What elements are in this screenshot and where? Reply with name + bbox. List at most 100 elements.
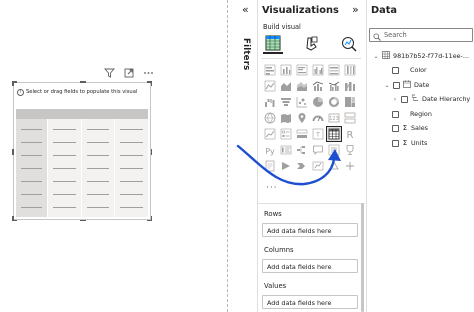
data-title: Data — [371, 5, 398, 16]
data-search-input[interactable] — [384, 31, 468, 39]
resize-handle-bottom-right[interactable] — [150, 216, 152, 221]
pie-chart-icon[interactable] — [311, 95, 325, 109]
funnel-chart-icon[interactable] — [279, 95, 293, 109]
slicer-icon[interactable] — [279, 127, 293, 141]
arcgis-map-icon[interactable] — [327, 159, 341, 173]
table-icon-small — [382, 51, 390, 61]
field-checkbox[interactable] — [392, 110, 399, 118]
visualizations-collapse-button[interactable]: » — [352, 4, 359, 15]
filter-icon[interactable] — [104, 68, 115, 78]
clustered-bar-icon[interactable] — [295, 63, 309, 77]
resize-handle-top-left[interactable] — [12, 81, 14, 86]
stacked-bar-icon[interactable] — [263, 63, 277, 77]
filters-label[interactable]: Filters — [241, 38, 251, 70]
tree-field-date-hierarchy[interactable]: › Date Hierarchy — [392, 93, 470, 105]
tree-field-date[interactable]: ⌄ Date — [384, 79, 429, 91]
field-checkbox[interactable] — [401, 95, 408, 103]
donut-chart-icon[interactable] — [327, 95, 341, 109]
key-influencers-icon[interactable] — [279, 143, 293, 157]
tree-field-color[interactable]: Color — [392, 64, 427, 76]
more-options-icon[interactable] — [143, 68, 154, 78]
field-wells: Rows Add data fields here Columns Add da… — [258, 203, 365, 312]
chevron-down-icon[interactable]: ⌄ — [384, 82, 390, 89]
field-checkbox[interactable] — [393, 81, 400, 89]
values-drop-zone[interactable]: Add data fields here — [262, 295, 358, 309]
field-checkbox[interactable] — [392, 139, 399, 147]
card-icon[interactable]: 123 — [327, 111, 341, 125]
power-apps-icon[interactable] — [279, 159, 293, 173]
filters-pane-collapsed[interactable]: « Filters — [236, 0, 256, 312]
field-checkbox[interactable] — [392, 66, 399, 74]
more-visuals-ellipsis[interactable]: ··· — [266, 183, 278, 193]
tree-field-units[interactable]: Σ Units — [392, 137, 427, 149]
clustered-column-icon[interactable] — [311, 63, 325, 77]
multi-row-card-icon[interactable] — [343, 111, 357, 125]
smart-narrative-icon[interactable] — [327, 143, 341, 157]
line-chart-icon[interactable] — [263, 79, 277, 93]
filters-expand-button[interactable]: « — [242, 4, 249, 15]
svg-text:T: T — [315, 132, 320, 139]
columns-drop-zone[interactable]: Add data fields here — [262, 259, 358, 273]
visualizations-scrollbar[interactable] — [361, 203, 364, 312]
svg-text:Py: Py — [265, 147, 275, 156]
filled-map-icon[interactable] — [279, 111, 293, 125]
line-and-clustered-column-icon[interactable] — [327, 79, 341, 93]
resize-handle-right[interactable] — [150, 149, 152, 155]
gauge-icon[interactable] — [311, 111, 325, 125]
area-chart-icon[interactable] — [279, 79, 293, 93]
stacked-column-icon[interactable] — [279, 63, 293, 77]
azure-map-icon[interactable] — [295, 111, 309, 125]
data-search-box[interactable] — [369, 28, 473, 42]
scatter-chart-icon[interactable] — [295, 95, 309, 109]
decomposition-tree-icon[interactable] — [295, 143, 309, 157]
resize-handle-top-right[interactable] — [150, 81, 152, 86]
text-slicer-icon[interactable]: T — [311, 127, 325, 141]
chevron-right-icon[interactable]: › — [392, 96, 398, 103]
metrics-icon[interactable] — [311, 159, 325, 173]
table-visual-placeholder[interactable]: i Select or drag fields to populate this… — [12, 81, 152, 221]
values-placeholder: Add data fields here — [267, 299, 332, 307]
tree-field-sales[interactable]: Σ Sales — [392, 122, 428, 134]
qa-visual-icon[interactable] — [311, 143, 325, 157]
ghost-table-preview — [16, 109, 148, 217]
format-visual-icon[interactable] — [301, 34, 321, 54]
chevron-down-icon[interactable]: ⌄ — [373, 53, 379, 60]
build-visual-icon[interactable] — [263, 34, 283, 54]
tree-table-node[interactable]: ⌄ 981b7b52-f77d-11ee-... — [373, 50, 469, 62]
resize-handle-top[interactable] — [80, 81, 86, 83]
r-visual-icon[interactable]: R — [343, 127, 357, 141]
treemap-icon[interactable] — [343, 95, 357, 109]
line-and-stacked-column-icon[interactable] — [311, 79, 325, 93]
stacked-area-icon[interactable] — [295, 79, 309, 93]
resize-handle-bottom[interactable] — [80, 219, 86, 221]
100-stacked-bar-icon[interactable] — [327, 63, 341, 77]
columns-placeholder: Add data fields here — [267, 263, 332, 271]
kpi-icon[interactable] — [263, 127, 277, 141]
power-automate-icon[interactable] — [295, 159, 309, 173]
focus-mode-icon[interactable] — [124, 68, 134, 78]
paginated-report-icon[interactable] — [263, 159, 277, 173]
get-more-visuals-icon[interactable] — [343, 159, 357, 173]
python-visual-icon[interactable]: Py — [263, 143, 277, 157]
ghost-table-header — [16, 109, 148, 119]
resize-handle-bottom-left[interactable] — [12, 216, 14, 221]
analytics-icon[interactable] — [339, 34, 359, 54]
field-label: Sales — [411, 124, 429, 132]
section-divider — [261, 58, 361, 59]
report-canvas[interactable]: i Select or drag fields to populate this… — [0, 0, 227, 312]
info-icon: i — [17, 88, 24, 96]
trophy-icon[interactable] — [343, 143, 357, 157]
table-icon[interactable] — [326, 126, 342, 142]
resize-handle-left[interactable] — [12, 149, 14, 155]
100-stacked-column-icon[interactable] — [343, 63, 357, 77]
ribbon-chart-icon[interactable] — [343, 79, 357, 93]
columns-well-label: Columns — [264, 246, 294, 254]
map-icon[interactable] — [263, 111, 277, 125]
tree-field-region[interactable]: Region — [392, 108, 432, 120]
field-checkbox[interactable] — [392, 124, 399, 132]
field-label: Color — [410, 66, 427, 74]
waterfall-chart-icon[interactable] — [263, 95, 277, 109]
field-label: Date — [414, 81, 430, 89]
rows-drop-zone[interactable]: Add data fields here — [262, 223, 358, 237]
button-slicer-icon[interactable] — [295, 127, 309, 141]
